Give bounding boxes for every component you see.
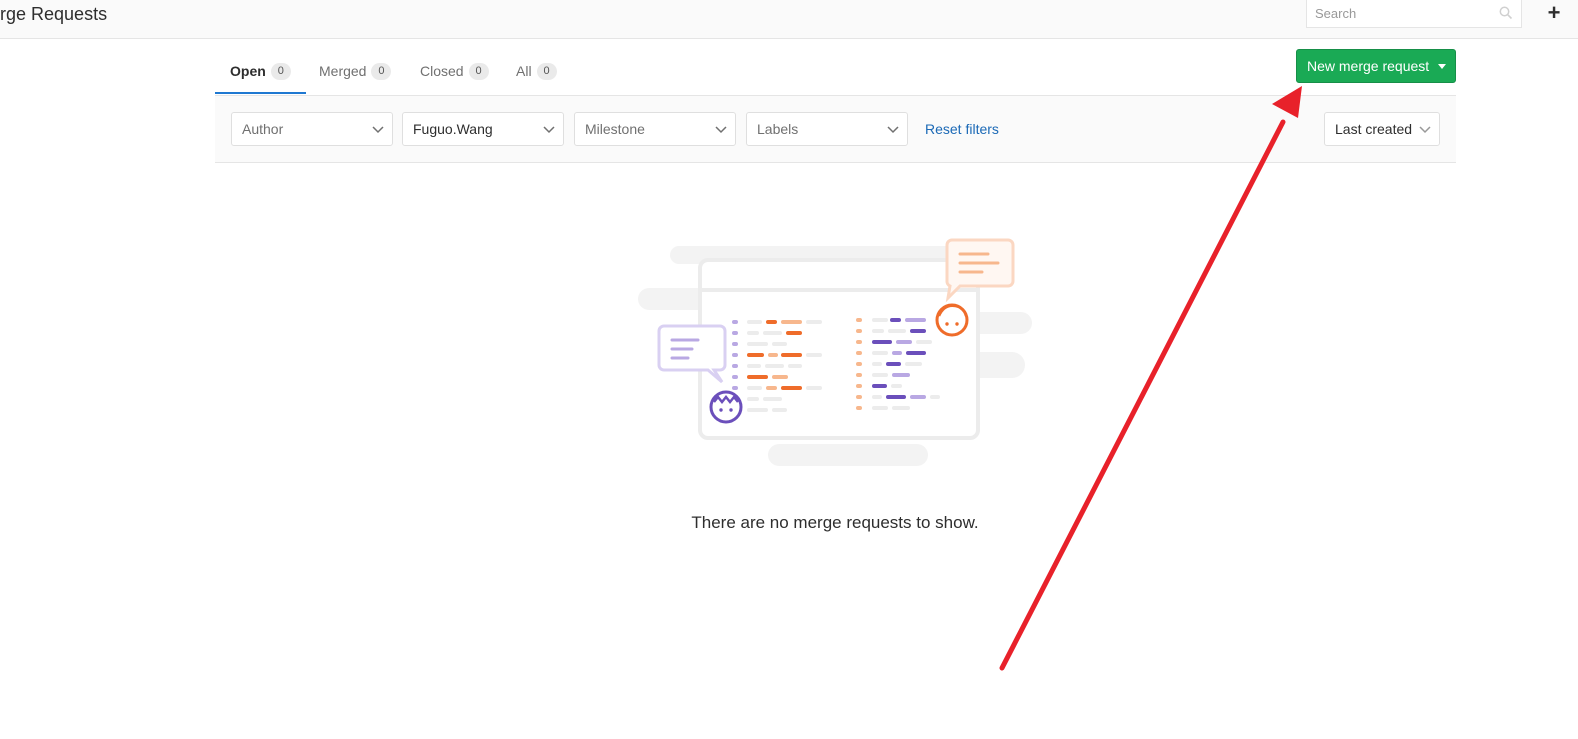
dropdown-label: Labels: [757, 121, 799, 137]
dropdown-label: Last created: [1335, 121, 1413, 137]
state-tabs: Open 0 Merged 0 Closed 0 All 0: [215, 50, 615, 94]
count-badge: 0: [536, 62, 557, 80]
tab-label: Closed: [420, 63, 464, 79]
milestone-dropdown[interactable]: Milestone: [574, 112, 736, 146]
tab-all[interactable]: All 0: [516, 50, 557, 92]
tab-merged[interactable]: Merged 0: [319, 50, 392, 92]
top-header: erge Requests +: [0, 0, 1578, 39]
tab-label: Open: [230, 63, 266, 79]
sort-dropdown[interactable]: Last created: [1324, 112, 1440, 146]
empty-state-message: There are no merge requests to show.: [691, 513, 979, 532]
assignee-dropdown[interactable]: Fuguo.Wang: [402, 112, 564, 146]
tab-label: Merged: [319, 63, 367, 79]
tab-label: All: [516, 63, 532, 79]
chevron-down-icon: [372, 126, 384, 134]
chevron-down-icon: [887, 126, 899, 134]
count-badge: 0: [270, 62, 291, 80]
dropdown-label: Fuguo.Wang: [413, 121, 493, 137]
dropdown-label: Milestone: [585, 121, 645, 137]
button-label: New merge request: [1307, 58, 1430, 74]
labels-dropdown[interactable]: Labels: [746, 112, 908, 146]
purple-avatar-icon: [709, 390, 743, 424]
search-icon[interactable]: [1499, 6, 1513, 20]
count-badge: 0: [468, 62, 489, 80]
tab-open[interactable]: Open 0: [215, 50, 306, 94]
search-input[interactable]: [1307, 0, 1503, 26]
tab-closed[interactable]: Closed 0: [420, 50, 489, 92]
left-chat-bubble-icon: [657, 324, 727, 384]
chevron-down-icon: [1419, 126, 1431, 134]
search-field[interactable]: [1306, 0, 1522, 28]
dropdown-label: Author: [242, 121, 284, 137]
new-merge-request-button[interactable]: New merge request: [1296, 49, 1456, 83]
chevron-down-icon: [543, 126, 555, 134]
reset-filters-link[interactable]: Reset filters: [925, 121, 999, 137]
empty-state-illustration: [638, 238, 1032, 466]
plus-icon[interactable]: +: [1544, 2, 1564, 24]
chevron-down-icon: [715, 126, 727, 134]
count-badge: 0: [371, 62, 392, 80]
orange-avatar-icon: [935, 303, 969, 337]
filter-bar: Author Fuguo.Wang Milestone Labels Reset…: [215, 95, 1456, 163]
page-title: erge Requests: [0, 4, 108, 24]
caret-down-icon: [1438, 63, 1447, 69]
author-dropdown[interactable]: Author: [231, 112, 393, 146]
